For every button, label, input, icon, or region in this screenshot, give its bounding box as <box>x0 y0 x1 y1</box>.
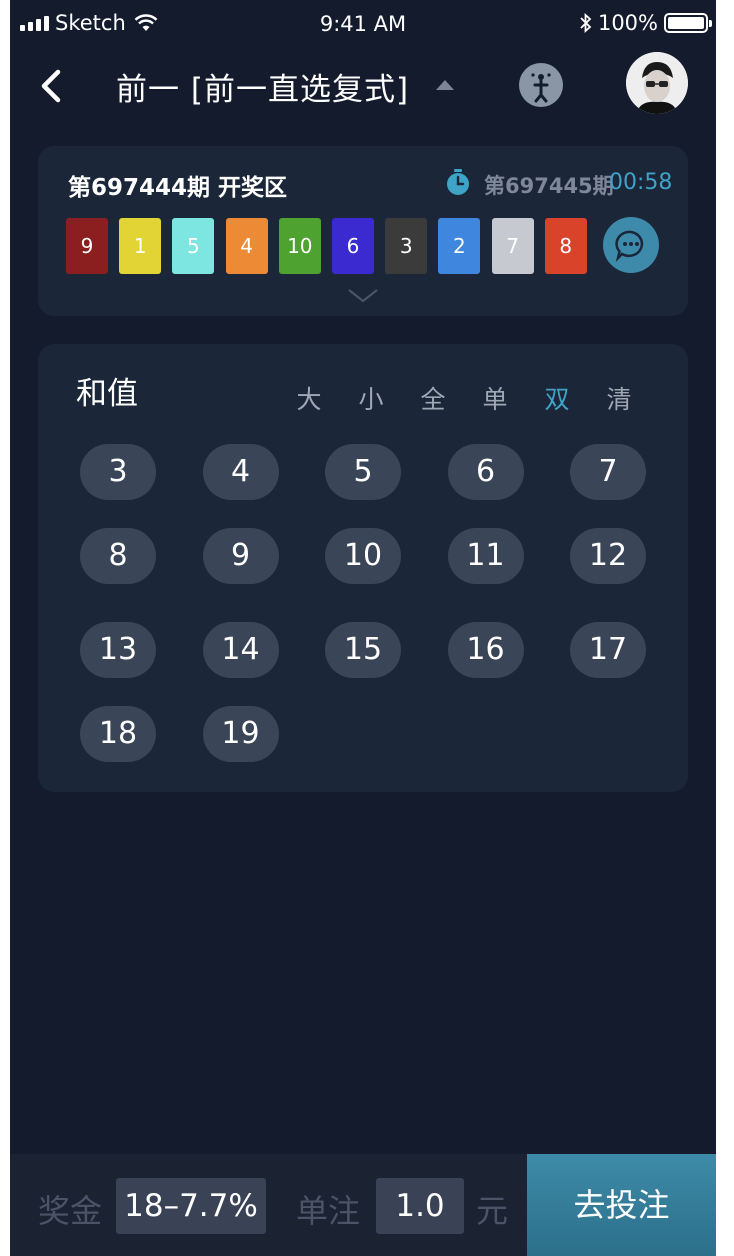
draw-ball: 2 <box>438 218 481 274</box>
app-screen: Sketch 9:41 AM 100% 前一 [前一直选复式] 第697444期… <box>10 0 716 1256</box>
sum-number-chip[interactable]: 5 <box>325 444 401 500</box>
filter-option[interactable]: 小 <box>356 380 386 416</box>
sum-number-chip[interactable]: 6 <box>447 444 524 500</box>
caret-up-icon[interactable] <box>436 80 454 90</box>
currency-label: 元 <box>476 1192 509 1230</box>
sum-number-chip[interactable]: 7 <box>570 444 646 500</box>
draw-ball: 10 <box>278 218 321 274</box>
sum-number-chip[interactable]: 4 <box>202 444 279 500</box>
next-period-label: 第697445期 <box>484 174 614 198</box>
bottom-bar: 奖金 18–7.7% 单注 1.0 元 去投注 <box>10 1154 716 1256</box>
sum-number-chip[interactable]: 17 <box>570 622 646 678</box>
filter-option[interactable]: 单 <box>480 380 510 416</box>
sum-number-chip[interactable]: 14 <box>202 622 279 678</box>
filter-option[interactable]: 大 <box>294 380 324 416</box>
chevron-down-icon[interactable] <box>346 286 380 306</box>
sum-title: 和值 <box>76 376 138 412</box>
sum-number-chip[interactable]: 19 <box>202 706 279 762</box>
draw-ball: 9 <box>66 218 108 274</box>
filter-bar: 大小全单双清 <box>294 380 634 416</box>
filter-option[interactable]: 全 <box>418 380 448 416</box>
submit-bet-button[interactable]: 去投注 <box>527 1154 716 1256</box>
sum-number-chip[interactable]: 9 <box>202 528 279 584</box>
bonus-label: 奖金 <box>38 1192 103 1230</box>
bonus-select[interactable]: 18–7.7% <box>116 1178 266 1234</box>
page-title[interactable]: 前一 [前一直选复式] <box>116 64 409 109</box>
draw-ball: 3 <box>385 218 428 274</box>
back-icon[interactable] <box>32 60 72 110</box>
current-period-label: 第697444期 开奖区 <box>68 175 288 201</box>
help-icon[interactable] <box>519 63 563 107</box>
unit-bet-label: 单注 <box>296 1192 361 1230</box>
draw-result-card: 第697444期 开奖区 第697445期 00:58 9 1 5 4 10 6 3 2 7 8 <box>38 146 688 316</box>
sum-number-chip[interactable]: 15 <box>325 622 401 678</box>
filter-option[interactable]: 清 <box>604 380 634 416</box>
draw-ball: 8 <box>544 218 587 274</box>
chat-icon[interactable] <box>603 217 659 273</box>
status-right: 100% <box>580 11 712 35</box>
sum-number-chip[interactable]: 10 <box>325 528 401 584</box>
battery-icon <box>664 13 712 33</box>
sum-value-panel: 和值 大小全单双清 3 4 5 6 7 8 9 10 11 12 13 14 15 16 17 18 19 <box>38 344 688 792</box>
sum-number-chip[interactable]: 3 <box>80 444 156 500</box>
sum-number-chip[interactable]: 12 <box>570 528 646 584</box>
draw-ball: 6 <box>332 218 374 274</box>
sum-number-chip[interactable]: 16 <box>447 622 524 678</box>
sum-number-chip[interactable]: 11 <box>447 528 524 584</box>
draw-ball: 1 <box>119 218 162 274</box>
nav-bar: 前一 [前一直选复式] <box>10 48 716 128</box>
unit-bet-input[interactable]: 1.0 <box>376 1178 464 1234</box>
status-bar: Sketch 9:41 AM 100% <box>10 0 716 48</box>
countdown-timer: 00:58 <box>609 170 673 195</box>
sum-number-chip[interactable]: 18 <box>80 706 156 762</box>
draw-ball: 7 <box>491 218 534 274</box>
timer-icon <box>447 169 469 195</box>
battery-label: 100% <box>597 11 658 35</box>
sum-number-chip[interactable]: 8 <box>80 528 156 584</box>
bluetooth-icon <box>580 13 592 33</box>
sum-number-chip[interactable]: 13 <box>80 622 156 678</box>
draw-ball: 4 <box>225 218 268 274</box>
draw-ball: 5 <box>172 218 215 274</box>
filter-option[interactable]: 双 <box>542 380 572 416</box>
avatar[interactable] <box>626 52 688 114</box>
